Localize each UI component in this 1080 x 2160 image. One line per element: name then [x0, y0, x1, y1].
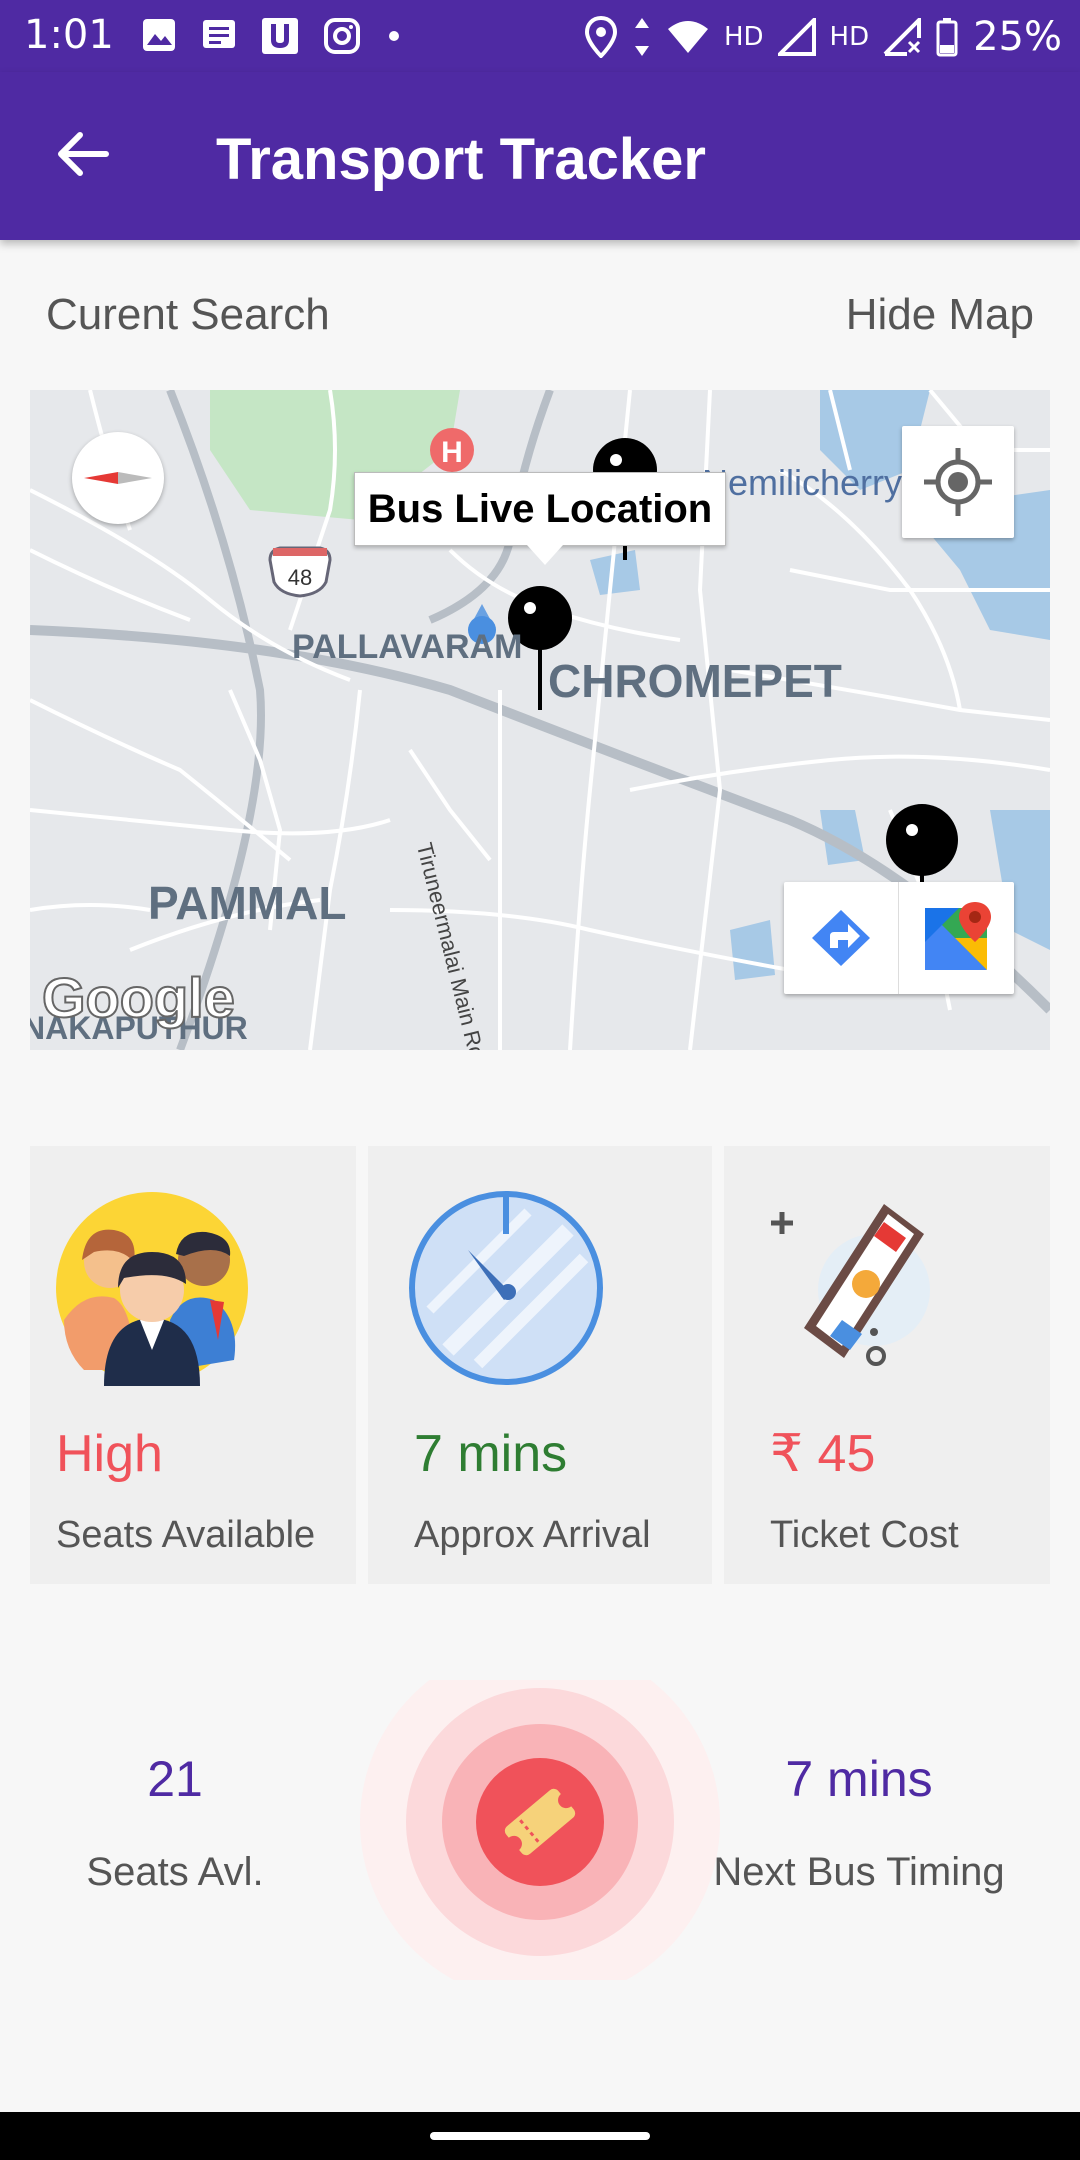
- svg-text:H: H: [441, 436, 463, 469]
- next-bus-stat: 7 mins Next Bus Timing: [694, 1750, 1024, 1895]
- map-toolbar: [784, 882, 1014, 994]
- system-icons: HD HD 25%: [584, 14, 1062, 60]
- my-location-button[interactable]: [902, 426, 1014, 538]
- map-view[interactable]: H 48 PALLAVARAM CHROMEPET PAMMAL Nemilic…: [30, 390, 1050, 1050]
- network-label-1: HD: [723, 22, 764, 52]
- stopwatch-icon: [409, 1191, 603, 1385]
- info-cards: High Seats Available 7 mins Approx Arriv…: [30, 1146, 1050, 1584]
- app-bar: Transport Tracker: [0, 72, 1080, 240]
- seats-card: High Seats Available: [30, 1146, 356, 1584]
- next-bus-number: 7 mins: [785, 1751, 933, 1807]
- book-ticket-button[interactable]: [360, 1680, 720, 1980]
- svg-text:48: 48: [288, 565, 312, 590]
- google-maps-icon[interactable]: [899, 882, 1014, 994]
- compass-button[interactable]: [72, 432, 164, 524]
- navigation-bar: [0, 2112, 1080, 2160]
- image-icon: [143, 19, 175, 51]
- hide-map-button[interactable]: Hide Map: [846, 290, 1034, 340]
- next-bus-label: Next Bus Timing: [713, 1850, 1005, 1894]
- map-label-chromepet: CHROMEPET: [548, 655, 842, 707]
- network-label-2: HD: [829, 22, 870, 52]
- ticket-value: ₹ 45: [770, 1425, 876, 1483]
- map-label-nemilicherry: Nemilicherry: [702, 462, 903, 503]
- seats-caption: Seats Available: [56, 1514, 316, 1556]
- instagram-icon: [324, 18, 360, 54]
- arrival-value: 7 mins: [414, 1425, 568, 1483]
- seats-value: High: [56, 1425, 163, 1483]
- seats-available-number: 21: [147, 1751, 203, 1807]
- battery-icon: [936, 18, 958, 57]
- data-arrows-icon: [634, 18, 649, 56]
- crosshair-icon: [924, 448, 992, 516]
- google-attribution: Google: [41, 965, 236, 1030]
- status-bar: 1:01 HD HD 25%: [0, 0, 1080, 72]
- location-icon: [584, 16, 617, 58]
- search-row: Curent Search Hide Map: [46, 290, 1034, 350]
- battery-percent: 25%: [973, 14, 1062, 60]
- status-time: 1:01: [24, 12, 114, 58]
- arrival-caption: Approx Arrival: [414, 1514, 651, 1556]
- arrival-card: 7 mins Approx Arrival: [368, 1146, 712, 1584]
- notification-icons: [140, 16, 404, 56]
- current-search-label: Curent Search: [46, 290, 330, 339]
- message-icon: [203, 20, 235, 48]
- u-app-icon: [262, 18, 298, 54]
- dot-icon: [389, 31, 399, 41]
- page-title: Transport Tracker: [216, 127, 706, 192]
- seats-available-label: Seats Avl.: [86, 1850, 264, 1894]
- directions-icon[interactable]: [784, 882, 899, 994]
- home-gesture-pill[interactable]: [430, 2132, 650, 2140]
- ticket-card: ₹ 45 Ticket Cost: [724, 1146, 1050, 1584]
- bus-info-window[interactable]: Bus Live Location: [354, 472, 726, 565]
- wifi-icon: [667, 21, 708, 53]
- ticket-caption: Ticket Cost: [770, 1514, 959, 1556]
- map-label-pallavaram: PALLAVARAM: [292, 628, 523, 666]
- passengers-icon: [56, 1192, 248, 1386]
- seats-available-stat: 21 Seats Avl.: [40, 1750, 310, 1895]
- compass-icon: [84, 472, 152, 484]
- ticket-icon: [771, 1204, 930, 1366]
- back-arrow-icon[interactable]: [52, 124, 112, 184]
- signal-no-service-icon: [883, 18, 922, 56]
- map-label-pammal: PAMMAL: [148, 877, 347, 929]
- signal-icon: [777, 18, 816, 56]
